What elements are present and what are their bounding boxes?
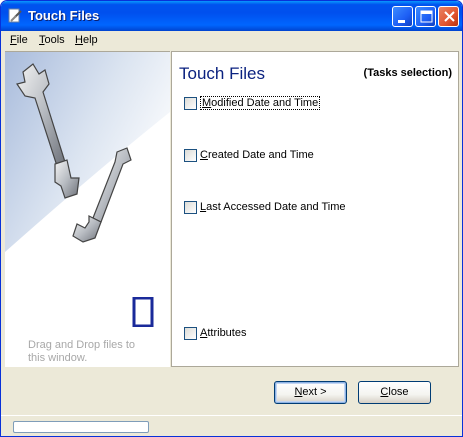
checkbox[interactable] <box>184 96 197 110</box>
close-button[interactable]: Close <box>358 381 431 404</box>
close-icon <box>444 11 455 22</box>
option-attributes[interactable]: Attributes <box>184 326 246 340</box>
next-button[interactable]: Next > <box>274 381 347 404</box>
menu-file-label: ile <box>16 34 28 46</box>
menu-help-mnemonic: H <box>75 34 83 46</box>
status-bar <box>1 415 462 436</box>
checkbox[interactable] <box>184 148 197 162</box>
option-created-date[interactable]: Created Date and Time <box>184 148 314 162</box>
option-text: ast Accessed Date and Time <box>206 201 346 213</box>
option-label: Created Date and Time <box>200 149 314 161</box>
menu-bar: File Tools Help <box>1 31 462 50</box>
tasks-panel: Touch Files (Tasks selection) Modified D… <box>171 51 459 367</box>
counter-digit-display <box>132 296 154 328</box>
menu-help-label: elp <box>82 34 98 46</box>
page-subtitle: (Tasks selection) <box>363 67 452 79</box>
option-text: odified Date and Time <box>211 97 319 109</box>
option-text: ttributes <box>207 327 247 339</box>
menu-tools-label: ools <box>44 34 65 46</box>
minimize-button[interactable] <box>392 6 413 27</box>
option-label: Last Accessed Date and Time <box>200 201 346 213</box>
drop-zone-panel[interactable]: Drag and Drop files to this window. <box>5 51 170 367</box>
next-label: ext > <box>302 386 327 398</box>
file-counter <box>132 296 154 330</box>
checkbox[interactable] <box>184 200 197 214</box>
progress-bar <box>13 421 149 433</box>
minimize-icon <box>398 20 405 23</box>
window-title: Touch Files <box>28 8 100 23</box>
title-bar[interactable]: Touch Files <box>1 1 462 31</box>
maximize-button[interactable] <box>415 6 436 27</box>
drag-drop-hint: Drag and Drop files to this window. <box>28 339 135 364</box>
option-last-accessed-date[interactable]: Last Accessed Date and Time <box>184 200 346 214</box>
option-mnemonic: C <box>200 149 208 161</box>
menu-file[interactable]: File <box>10 34 28 46</box>
page-title: Touch Files <box>179 64 265 83</box>
menu-help[interactable]: Help <box>75 34 98 46</box>
option-label: Attributes <box>200 327 246 339</box>
option-mnemonic: M <box>202 97 212 109</box>
touch-files-window: Touch Files File Tools Help Drag and Dro… <box>0 0 463 437</box>
menu-tools[interactable]: Tools <box>39 34 65 46</box>
touch-files-app-icon[interactable] <box>7 8 23 24</box>
option-modified-date[interactable]: Modified Date and Time <box>184 96 321 110</box>
option-text: reated Date and Time <box>207 149 314 161</box>
close-window-button[interactable] <box>438 6 459 27</box>
close-label: lose <box>388 386 409 398</box>
maximize-icon <box>420 10 433 23</box>
menu-file-mnemonic: F <box>10 34 17 46</box>
checkbox[interactable] <box>184 326 197 340</box>
option-label: Modified Date and Time <box>200 96 321 110</box>
